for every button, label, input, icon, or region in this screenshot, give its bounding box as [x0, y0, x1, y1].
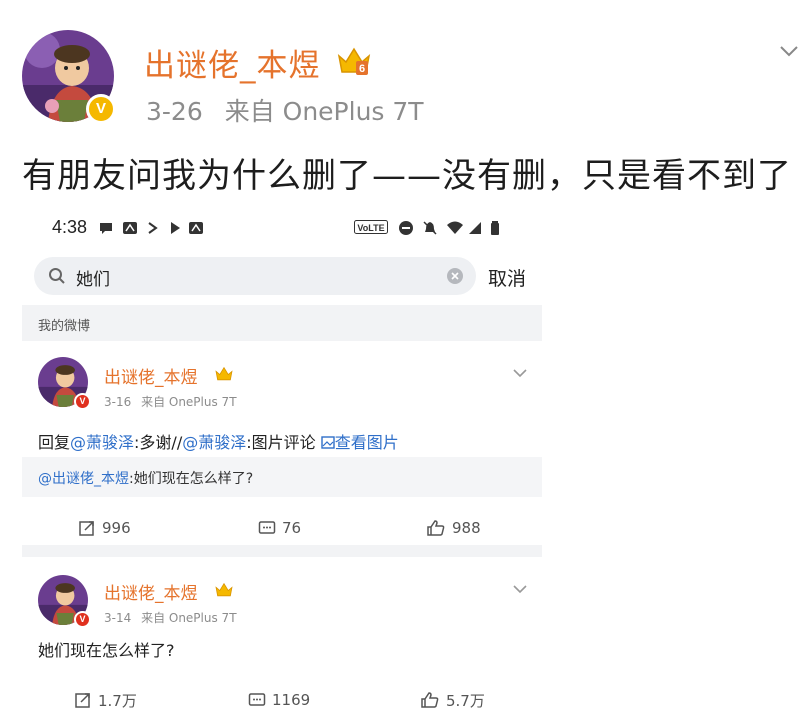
chevron-down-icon[interactable] — [512, 581, 528, 597]
block-icon — [399, 221, 413, 235]
status-bar: 4:38 VoLTE — [22, 205, 542, 249]
play-icon — [171, 222, 180, 234]
post-meta: 3-16 来自 OnePlus 7T — [104, 393, 243, 410]
result-card[interactable]: 出谜佬_本煜 3-14 来自 OnePlus 7T 她们现在怎么样了? 1.7万… — [22, 557, 542, 721]
reply-text: 回复@萧骏泽:多谢//@萧骏泽:图片评论 查看图片 — [38, 433, 399, 452]
search-row: 她们 取消 — [22, 249, 542, 305]
image-icon — [321, 436, 335, 449]
post-source: 来自 OnePlus 7T — [141, 395, 237, 409]
search-input[interactable]: 她们 — [34, 257, 476, 295]
svg-text:6: 6 — [359, 63, 365, 75]
search-value: 她们 — [76, 270, 110, 290]
status-time: 4:38 — [52, 217, 88, 237]
clear-icon[interactable] — [446, 267, 464, 285]
verified-badge — [74, 611, 91, 628]
app-icon — [123, 222, 137, 234]
author-name[interactable]: 出谜佬_本煜 — [104, 579, 198, 604]
embedded-screenshot: 4:38 VoLTE 她们 取消 我的微博 V 出谜佬_本煜 3-16 来自 O… — [22, 205, 542, 721]
repost-button[interactable]: 1.7万 — [74, 685, 137, 715]
chat-icon — [100, 223, 112, 234]
like-icon — [421, 692, 439, 708]
post-text: 她们现在怎么样了? — [38, 641, 175, 660]
post-meta: 3-14 来自 OnePlus 7T — [104, 609, 243, 626]
author-name[interactable]: 出谜佬_本煜 — [144, 40, 321, 85]
comment-icon — [248, 693, 266, 706]
like-icon — [427, 520, 445, 536]
author-name[interactable]: 出谜佬_本煜 — [104, 363, 198, 388]
verified-badge — [74, 393, 91, 410]
post-source: 来自 OnePlus 7T — [224, 97, 424, 126]
signal-icon — [469, 222, 481, 234]
comment-icon — [258, 521, 276, 534]
cancel-button[interactable]: 取消 — [488, 264, 526, 291]
mention-link[interactable]: @萧骏泽 — [182, 433, 246, 452]
divider — [22, 545, 542, 557]
post-date: 3-16 — [104, 395, 132, 409]
comment-button[interactable]: 1169 — [248, 685, 310, 715]
section-label: 我的微博 — [38, 319, 91, 334]
repost-button[interactable]: 996 — [78, 513, 131, 543]
svg-text:VoLTE: VoLTE — [357, 223, 384, 233]
chevron-down-icon[interactable] — [778, 40, 800, 62]
volte-icon: VoLTE — [354, 220, 388, 234]
quote-text: @出谜佬_本煜:她们现在怎么样了? — [38, 471, 254, 487]
verified-badge — [86, 94, 116, 124]
section-header: 我的微博 — [22, 305, 542, 341]
chevron-down-icon[interactable] — [512, 365, 528, 381]
action-bar: 996 76 988 — [22, 513, 542, 543]
arrow-icon — [148, 222, 158, 234]
like-button[interactable]: 5.7万 — [420, 685, 485, 715]
post-date: 3-26 — [146, 97, 203, 126]
mute-icon — [423, 221, 437, 235]
quoted-post[interactable]: @出谜佬_本煜:她们现在怎么样了? — [22, 457, 542, 497]
comment-button[interactable]: 76 — [258, 513, 301, 543]
post-date: 3-14 — [104, 611, 132, 625]
search-icon — [49, 268, 65, 284]
result-card[interactable]: 出谜佬_本煜 3-16 来自 OnePlus 7T 回复@萧骏泽:多谢//@萧骏… — [22, 341, 542, 545]
view-image-link[interactable]: 查看图片 — [321, 433, 399, 452]
vip-crown-icon: 6 — [336, 44, 372, 78]
repost-icon — [75, 693, 90, 708]
post-text: 有朋友问我为什么删了——没有删，只是看不到了 — [22, 156, 792, 196]
like-button[interactable]: 988 — [426, 513, 481, 543]
post-source: 来自 OnePlus 7T — [141, 611, 237, 625]
vip-crown-icon — [215, 366, 233, 381]
app-icon — [189, 222, 203, 234]
post-meta: 3-26 来自 OnePlus 7T — [146, 92, 438, 128]
battery-icon — [491, 221, 499, 235]
repost-icon — [79, 521, 94, 536]
vip-crown-icon — [215, 582, 233, 597]
mention-link[interactable]: @萧骏泽 — [70, 433, 134, 452]
wifi-icon — [447, 221, 463, 234]
action-bar: 1.7万 1169 5.7万 — [22, 685, 542, 715]
